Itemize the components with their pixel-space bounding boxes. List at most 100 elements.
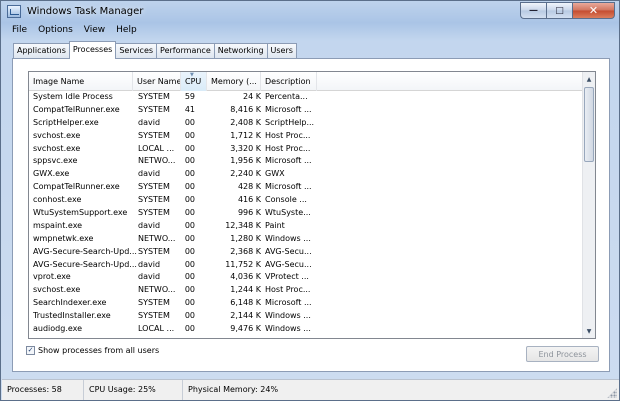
vertical-scrollbar[interactable]: ▲ ▼ [582, 72, 595, 338]
cell-image-name: GWX.exe [33, 169, 70, 179]
column-header-user-name[interactable]: User Name [133, 72, 181, 91]
cell-user-name: SYSTEM [138, 104, 170, 114]
process-list[interactable]: Image Name User Name ▼ CPU Memory (... D… [28, 71, 596, 339]
show-all-processes-checkbox[interactable]: ✓ [26, 346, 35, 355]
menu-file[interactable]: File [12, 24, 27, 39]
table-row[interactable]: SearchIndexer.exe SYSTEM 00 6,148 K Microsof… [29, 297, 584, 310]
task-manager-window: Windows Task Manager — □ ✕ File Options … [0, 0, 620, 401]
table-row[interactable]: GWX.exe david 00 2,240 K GWX [29, 168, 584, 181]
processes-panel: Image Name User Name ▼ CPU Memory (... D… [12, 58, 610, 372]
cell-image-name: ScriptHelper.exe [33, 117, 99, 127]
cell-image-name: WtuSystemSupport.exe [33, 208, 128, 218]
cell-user-name: SYSTEM [138, 246, 170, 256]
tab-strip: Applications Processes Services Performa… [13, 41, 297, 59]
table-row[interactable]: AVG-Secure-Search-Upd... david 00 11,752 K A… [29, 259, 584, 272]
table-row[interactable]: conhost.exe SYSTEM 00 416 K Console ... [29, 194, 584, 207]
close-button[interactable]: ✕ [572, 2, 615, 19]
table-row[interactable]: svchost.exe LOCAL ... 00 3,320 K Host Proc..… [29, 143, 584, 156]
end-process-button[interactable]: End Process [526, 346, 599, 362]
cell-cpu: 00 [184, 117, 195, 127]
table-row[interactable]: ScriptHelper.exe david 00 2,408 K ScriptHelp… [29, 117, 584, 130]
tab-applications[interactable]: Applications [13, 43, 70, 59]
table-row[interactable]: AVG-Secure-Search-Upd... SYSTEM 00 2,368 K A… [29, 246, 584, 259]
cell-cpu: 00 [184, 311, 195, 321]
cell-user-name: NETWO... [138, 156, 176, 166]
cell-user-name: david [138, 259, 161, 269]
cell-cpu: 00 [184, 169, 195, 179]
column-header-cpu[interactable]: ▼ CPU [181, 72, 207, 91]
minimize-button[interactable]: — [520, 2, 546, 19]
cell-cpu: 00 [184, 233, 195, 243]
cell-description: Windows ... [265, 324, 311, 334]
column-header-row: Image Name User Name ▼ CPU Memory (... D… [29, 72, 584, 91]
resize-grip-icon[interactable] [607, 388, 617, 398]
column-header-description[interactable]: Description [261, 72, 317, 91]
maximize-button[interactable]: □ [546, 2, 572, 19]
cell-cpu: 00 [184, 285, 195, 295]
table-row[interactable]: svchost.exe NETWO... 00 1,244 K Host Proc... [29, 284, 584, 297]
cell-description: Percenta... [265, 92, 308, 101]
cell-memory: 9,476 K [230, 324, 261, 334]
cell-memory: 2,144 K [230, 311, 261, 321]
table-row[interactable]: CompatTelRunner.exe SYSTEM 00 428 K Microsof… [29, 181, 584, 194]
menu-options[interactable]: Options [38, 24, 73, 39]
menu-help[interactable]: Help [116, 24, 137, 39]
table-row[interactable]: vprot.exe david 00 4,036 K VProtect ... [29, 271, 584, 284]
scroll-down-arrow-icon[interactable]: ▼ [583, 324, 595, 338]
cell-user-name: david [138, 272, 161, 282]
column-header-memory[interactable]: Memory (... [207, 72, 261, 91]
table-row[interactable]: sppsvc.exe NETWO... 00 1,956 K Microsoft ... [29, 155, 584, 168]
cell-user-name: SYSTEM [138, 298, 170, 308]
scroll-up-arrow-icon[interactable]: ▲ [583, 72, 595, 86]
cell-description: Microsoft ... [265, 104, 312, 114]
cell-memory: 6,148 K [230, 298, 261, 308]
menu-view[interactable]: View [84, 24, 105, 39]
cell-image-name: conhost.exe [33, 195, 82, 205]
table-row[interactable]: System Idle Process SYSTEM 59 24 K Percenta.… [29, 91, 584, 104]
cell-user-name: NETWO... [138, 233, 176, 243]
cell-description: WtuSyste... [265, 208, 311, 218]
process-rows: System Idle Process SYSTEM 59 24 K Percenta.… [29, 91, 584, 336]
cell-cpu: 41 [184, 104, 195, 114]
table-row[interactable]: svchost.exe SYSTEM 00 1,712 K Host Proc... [29, 130, 584, 143]
cell-cpu: 00 [184, 195, 195, 205]
cell-image-name: AVG-Secure-Search-Upd... [33, 259, 137, 269]
show-all-processes-label: Show processes from all users [38, 346, 160, 355]
table-row[interactable]: wmpnetwk.exe NETWO... 00 1,280 K Windows ... [29, 233, 584, 246]
table-row[interactable]: WtuSystemSupport.exe SYSTEM 00 996 K WtuSyst… [29, 207, 584, 220]
cell-user-name: SYSTEM [138, 92, 170, 101]
cell-cpu: 00 [184, 246, 195, 256]
table-row[interactable]: audiodg.exe LOCAL ... 00 9,476 K Windows ... [29, 323, 584, 336]
cell-description: Host Proc... [265, 130, 311, 140]
tab-performance[interactable]: Performance [156, 43, 215, 59]
cell-description: GWX [265, 169, 285, 179]
cell-memory: 24 K [243, 92, 261, 101]
cell-user-name: david [138, 169, 161, 179]
cell-cpu: 00 [184, 130, 195, 140]
show-all-processes-option[interactable]: ✓ Show processes from all users [26, 346, 159, 355]
cell-description: Windows ... [265, 233, 311, 243]
table-row[interactable]: CompatTelRunner.exe SYSTEM 41 8,416 K Micros… [29, 104, 584, 117]
table-row[interactable]: TrustedInstaller.exe SYSTEM 00 2,144 K Windo… [29, 310, 584, 323]
cell-user-name: SYSTEM [138, 311, 170, 321]
column-header-cpu-label: CPU [185, 77, 202, 86]
cell-description: Paint [265, 220, 285, 230]
cell-image-name: audiodg.exe [33, 324, 83, 334]
column-header-image-name[interactable]: Image Name [29, 72, 133, 91]
cell-cpu: 00 [184, 272, 195, 282]
tab-processes[interactable]: Processes [68, 41, 117, 59]
scrollbar-thumb[interactable] [584, 87, 594, 162]
cell-cpu: 00 [184, 259, 195, 269]
cell-cpu: 00 [184, 156, 195, 166]
table-row[interactable]: mspaint.exe david 00 12,348 K Paint [29, 220, 584, 233]
cell-memory: 11,752 K [225, 259, 261, 269]
tab-networking[interactable]: Networking [213, 43, 268, 59]
tab-services[interactable]: Services [115, 43, 158, 59]
title-bar[interactable]: Windows Task Manager — □ ✕ [1, 1, 619, 23]
status-cpu-usage: CPU Usage: 25% [84, 380, 183, 400]
status-bar: Processes: 58 CPU Usage: 25% Physical Me… [2, 379, 619, 400]
cell-description: Microsoft ... [265, 298, 312, 308]
tab-users[interactable]: Users [266, 43, 297, 59]
cell-memory: 416 K [237, 195, 261, 205]
caption-buttons: — □ ✕ [520, 2, 615, 20]
